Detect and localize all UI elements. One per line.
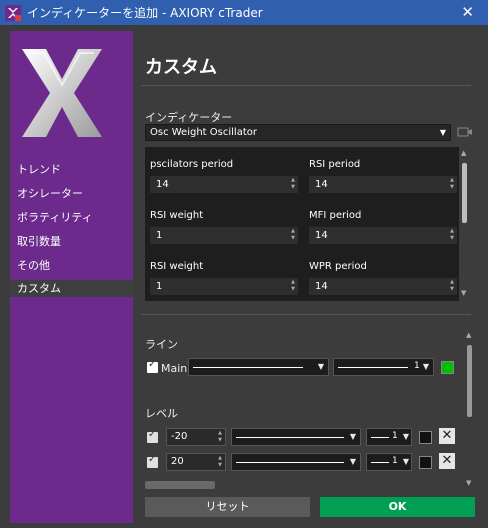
param-label: pscilators period [150, 159, 234, 170]
level-value: -20 [171, 431, 188, 442]
reset-button[interactable]: リセット [145, 497, 310, 517]
param-input[interactable]: 1 ▲ ▼ [150, 227, 298, 244]
line-width-preview [338, 367, 408, 368]
param-label: RSI weight [150, 210, 204, 221]
window-title: インディケーターを追加 - AXIORY cTrader [27, 6, 263, 20]
sidebar-item-oscillator[interactable]: オシレーター [17, 185, 83, 201]
line-color-swatch[interactable] [441, 361, 454, 374]
sidebar-item-volatility[interactable]: ボラティリティ [17, 209, 93, 225]
parameters-panel: pscilators period 14 ▲ ▼ RSI period 14 ▲ ▼ R… [145, 147, 467, 301]
level-value: 20 [171, 456, 184, 467]
scroll-down-icon[interactable]: ▼ [466, 479, 471, 487]
param-input[interactable]: 1 ▲ ▼ [150, 278, 298, 295]
spinner-icon[interactable]: ▲ ▼ [218, 430, 222, 444]
scroll-thumb[interactable] [467, 345, 472, 417]
spinner-icon[interactable]: ▲ ▼ [291, 228, 295, 242]
level-style-select[interactable]: ▼ [231, 453, 361, 471]
axiory-logo-icon [18, 43, 106, 143]
spinner-icon[interactable]: ▲ ▼ [218, 455, 222, 469]
main-line-label: Main [161, 362, 188, 375]
param-label: RSI period [309, 159, 361, 170]
lines-label: ライン [145, 338, 178, 351]
spinner-icon[interactable]: ▲ ▼ [450, 177, 454, 191]
line-style-preview [236, 462, 344, 463]
main-panel: カスタム インディケーター Osc Weight Oscillator ▼ ps… [133, 31, 478, 523]
close-icon[interactable]: ✕ [461, 3, 474, 21]
scroll-down-icon[interactable]: ▼ [461, 289, 466, 297]
level-checkbox[interactable]: ✓ [147, 454, 158, 468]
spinner-icon[interactable]: ▲ ▼ [291, 177, 295, 191]
spinner-icon[interactable]: ▲ ▼ [291, 279, 295, 293]
levels-label: レベル [145, 407, 178, 420]
video-icon[interactable] [457, 125, 473, 139]
param-value: 14 [315, 230, 328, 241]
line-width-preview [371, 437, 389, 438]
indicator-label: インディケーター [145, 111, 233, 124]
level-value-input[interactable]: -20 ▲ ▼ [166, 428, 226, 446]
param-label: RSI weight [150, 261, 204, 272]
line-style-select[interactable]: ▼ [188, 358, 329, 376]
add-level-button-partial[interactable] [145, 481, 215, 489]
sidebar-item-trend[interactable]: トレンド [17, 161, 61, 177]
param-input[interactable]: 14 ▲ ▼ [309, 278, 457, 295]
level-checkbox[interactable]: ✓ [147, 429, 158, 443]
param-value: 14 [156, 179, 169, 190]
chevron-down-icon: ▼ [439, 128, 446, 137]
chevron-down-icon: ▼ [402, 432, 409, 441]
main-line-checkbox[interactable]: ✓ [147, 359, 158, 373]
sidebar-item-other[interactable]: その他 [17, 257, 50, 273]
indicator-select[interactable]: Osc Weight Oscillator ▼ [145, 124, 451, 141]
title-bar: インディケーターを追加 - AXIORY cTrader ✕ [0, 0, 488, 25]
sidebar: トレンド オシレーター ボラティリティ 取引数量 その他 カスタム [10, 31, 133, 523]
line-width-select[interactable]: 1 ▼ [333, 358, 434, 376]
remove-level-button[interactable]: ✕ [439, 428, 455, 444]
level-style-select[interactable]: ▼ [231, 428, 361, 446]
spinner-icon[interactable]: ▲ ▼ [450, 279, 454, 293]
line-width-value: 1 [414, 361, 420, 371]
line-width-preview [371, 462, 389, 463]
divider [141, 85, 471, 86]
lines-scrollbar[interactable]: ▲ ▼ [464, 331, 475, 491]
level-width-select[interactable]: 1 ▼ [366, 428, 412, 446]
remove-level-button[interactable]: ✕ [439, 453, 455, 469]
chevron-down-icon: ▼ [402, 457, 409, 466]
param-label: MFI period [309, 210, 362, 221]
check-icon: ✓ [148, 359, 157, 370]
level-color-swatch[interactable] [419, 456, 432, 469]
page-title: カスタム [145, 57, 217, 78]
scroll-up-icon[interactable]: ▲ [461, 149, 466, 157]
sidebar-item-volume[interactable]: 取引数量 [17, 233, 61, 249]
param-input[interactable]: 14 ▲ ▼ [309, 176, 457, 193]
ok-button[interactable]: OK [320, 497, 475, 517]
param-input[interactable]: 14 ▲ ▼ [150, 176, 298, 193]
param-value: 14 [315, 281, 328, 292]
param-value: 1 [156, 281, 163, 292]
param-input[interactable]: 14 ▲ ▼ [309, 227, 457, 244]
param-label: WPR period [309, 261, 367, 272]
check-icon: ✓ [148, 429, 157, 440]
scroll-thumb[interactable] [462, 163, 467, 223]
chevron-down-icon: ▼ [349, 432, 356, 441]
level-value-input[interactable]: 20 ▲ ▼ [166, 453, 226, 471]
level-width-value: 1 [392, 431, 398, 441]
check-icon: ✓ [148, 454, 157, 465]
ctrader-icon [5, 4, 21, 21]
param-value: 1 [156, 230, 163, 241]
chevron-down-icon: ▼ [422, 362, 429, 371]
line-style-preview [193, 367, 303, 368]
line-style-preview [236, 437, 344, 438]
sidebar-item-custom[interactable]: カスタム [10, 280, 133, 297]
chevron-down-icon: ▼ [317, 362, 324, 371]
level-width-select[interactable]: 1 ▼ [366, 453, 412, 471]
params-scrollbar[interactable]: ▲ ▼ [459, 147, 470, 301]
indicator-select-value: Osc Weight Oscillator [150, 127, 257, 138]
scroll-up-icon[interactable]: ▲ [466, 331, 471, 339]
divider [141, 314, 471, 315]
param-value: 14 [315, 179, 328, 190]
level-color-swatch[interactable] [419, 431, 432, 444]
level-width-value: 1 [392, 456, 398, 466]
chevron-down-icon: ▼ [349, 457, 356, 466]
spinner-icon[interactable]: ▲ ▼ [450, 228, 454, 242]
